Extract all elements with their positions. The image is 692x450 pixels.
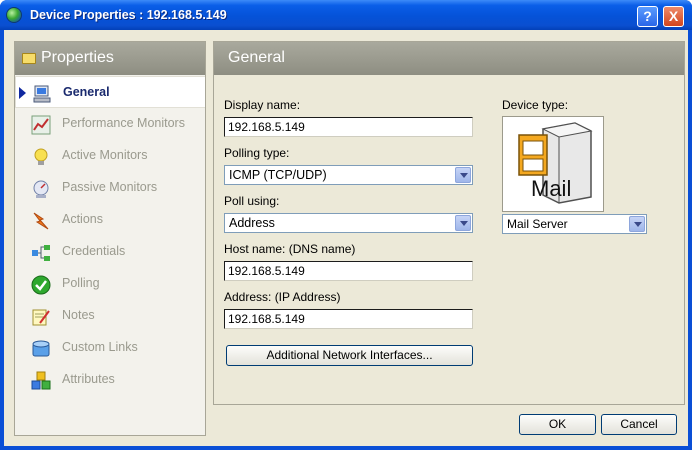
poll-using-label: Poll using: — [224, 194, 280, 208]
sidebar-title: Properties — [41, 49, 114, 66]
display-name-label: Display name: — [224, 98, 301, 112]
nav-label-actions: Actions — [62, 212, 103, 226]
nav-item-notes[interactable]: Notes — [15, 300, 205, 332]
title-bar[interactable]: Device Properties : 192.168.5.149 ? X — [0, 0, 692, 30]
nav-item-passive-monitors[interactable]: Passive Monitors — [15, 172, 205, 204]
poll-using-value: Address — [229, 216, 275, 230]
address-label: Address: (IP Address) — [224, 290, 341, 304]
poll-using-select[interactable]: Address — [224, 213, 473, 233]
general-panel: General Display name: 192.168.5.149 Poll… — [213, 41, 685, 405]
nav-item-general[interactable]: General — [15, 76, 205, 108]
address-input[interactable]: 192.168.5.149 — [224, 309, 473, 329]
general-panel-header: General — [214, 42, 684, 75]
close-button[interactable]: X — [663, 6, 684, 27]
nav-item-actions[interactable]: Actions — [15, 204, 205, 236]
window-title: Device Properties : 192.168.5.149 — [30, 8, 227, 22]
lightning-icon — [33, 212, 49, 230]
chevron-down-icon[interactable] — [629, 216, 645, 232]
nav-label-general: General — [63, 85, 110, 99]
checkmark-icon — [31, 275, 51, 295]
computer-icon — [33, 85, 51, 103]
nav-label-attributes: Attributes — [62, 372, 115, 386]
chart-icon — [31, 115, 51, 135]
chevron-down-icon[interactable] — [455, 167, 471, 183]
blocks-icon — [31, 371, 51, 390]
nav-item-custom-links[interactable]: Custom Links — [15, 332, 205, 364]
nav-label-active-monitors: Active Monitors — [62, 148, 148, 162]
dialog-client-area: Properties General Performance Monitors … — [4, 30, 688, 446]
nav-label-polling: Polling — [62, 276, 100, 290]
folder-icon — [22, 53, 36, 64]
polling-type-value: ICMP (TCP/UDP) — [229, 168, 327, 182]
nav-label-passive-monitors: Passive Monitors — [62, 180, 158, 194]
nav-label-notes: Notes — [62, 308, 95, 322]
nav-label-performance-monitors: Performance Monitors — [62, 116, 185, 130]
cancel-button[interactable]: Cancel — [601, 414, 677, 435]
nav-item-active-monitors[interactable]: Active Monitors — [15, 140, 205, 172]
network-tree-icon — [32, 245, 50, 261]
host-name-label: Host name: (DNS name) — [224, 242, 356, 256]
nav-item-credentials[interactable]: Credentials — [15, 236, 205, 268]
app-globe-icon — [6, 7, 22, 23]
mail-server-image[interactable]: Mail — [502, 116, 604, 212]
selected-arrow-icon — [19, 87, 26, 99]
database-icon — [32, 340, 50, 357]
device-type-value: Mail Server — [507, 217, 568, 231]
help-button[interactable]: ? — [637, 6, 658, 27]
nav-label-custom-links: Custom Links — [62, 340, 138, 354]
chevron-down-icon[interactable] — [455, 215, 471, 231]
device-type-select[interactable]: Mail Server — [502, 214, 647, 234]
device-image-caption: Mail — [531, 176, 572, 201]
notepad-icon — [32, 309, 50, 326]
polling-type-label: Polling type: — [224, 146, 290, 160]
properties-sidebar: Properties General Performance Monitors … — [14, 41, 206, 436]
panel-title: General — [228, 49, 285, 66]
lightbulb-icon — [34, 148, 48, 165]
nav-item-attributes[interactable]: Attributes — [15, 364, 205, 396]
additional-network-interfaces-button[interactable]: Additional Network Interfaces... — [226, 345, 473, 366]
sidebar-header: Properties — [15, 42, 205, 75]
nav-item-performance-monitors[interactable]: Performance Monitors — [15, 108, 205, 140]
nav-item-polling[interactable]: Polling — [15, 268, 205, 300]
host-name-input[interactable]: 192.168.5.149 — [224, 261, 473, 281]
device-properties-window: Device Properties : 192.168.5.149 ? X Pr… — [0, 0, 692, 450]
device-type-label: Device type: — [502, 98, 569, 112]
ok-button[interactable]: OK — [519, 414, 596, 435]
monitor-gauge-icon — [33, 180, 49, 198]
nav-label-credentials: Credentials — [62, 244, 126, 258]
nav-list: General Performance Monitors Active Moni… — [15, 76, 205, 396]
polling-type-select[interactable]: ICMP (TCP/UDP) — [224, 165, 473, 185]
display-name-input[interactable]: 192.168.5.149 — [224, 117, 473, 137]
